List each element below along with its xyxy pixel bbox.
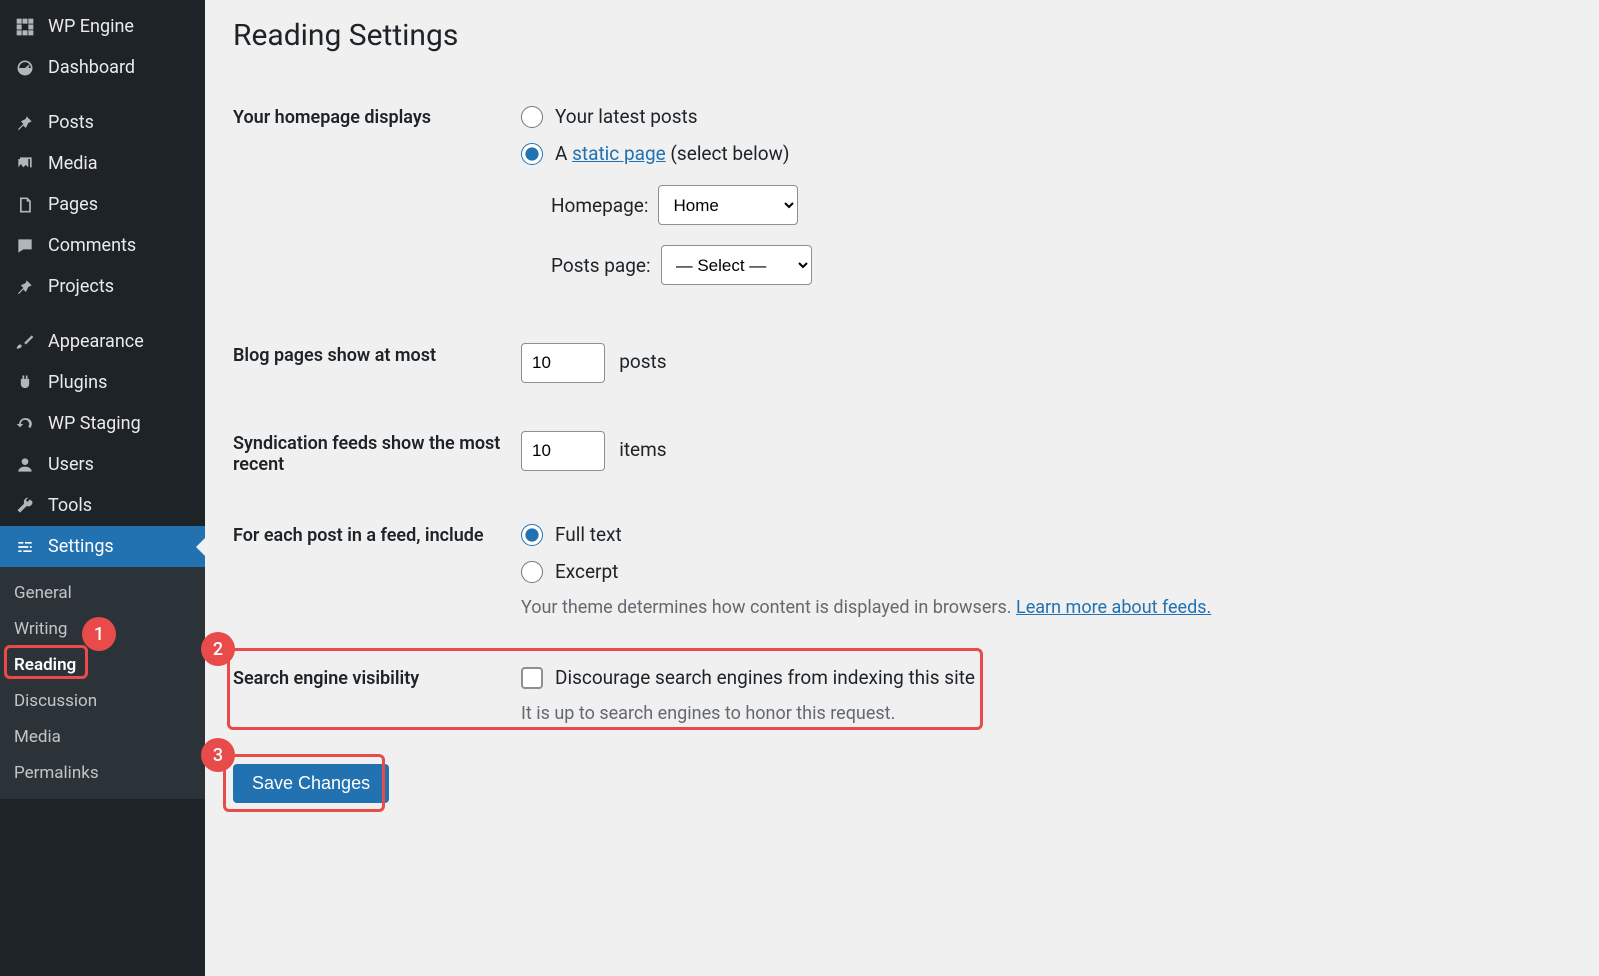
radio-excerpt-label: Excerpt xyxy=(555,560,618,583)
sidebar-item-projects[interactable]: Projects xyxy=(0,266,205,307)
sidebar-item-users[interactable]: Users xyxy=(0,444,205,485)
sidebar-item-dashboard[interactable]: Dashboard xyxy=(0,47,205,88)
admin-sidebar: WP Engine Dashboard Posts Media Pages Co… xyxy=(0,0,205,976)
sidebar-item-label: Users xyxy=(48,454,94,475)
radio-excerpt[interactable] xyxy=(521,561,543,583)
seo-desc: It is up to search engines to honor this… xyxy=(521,703,1571,724)
radio-latest-posts[interactable] xyxy=(521,106,543,128)
comments-icon xyxy=(12,236,38,256)
row-blog-pages: Blog pages show at most posts xyxy=(233,319,1571,407)
sidebar-item-label: WP Staging xyxy=(48,413,141,434)
radio-latest-posts-line: Your latest posts xyxy=(521,105,1571,128)
sidebar-item-wpengine[interactable]: WP Engine xyxy=(0,6,205,47)
syndication-unit: items xyxy=(619,438,666,461)
submenu-item-writing[interactable]: Writing xyxy=(0,611,205,647)
sidebar-item-label: Media xyxy=(48,153,98,174)
submenu-item-media[interactable]: Media xyxy=(0,719,205,755)
sidebar-item-comments[interactable]: Comments xyxy=(0,225,205,266)
radio-excerpt-line: Excerpt xyxy=(521,560,1571,583)
label-syndication: Syndication feeds show the most recent xyxy=(233,431,521,475)
main-content: Reading Settings Your homepage displays … xyxy=(205,0,1599,976)
media-icon xyxy=(12,154,38,174)
radio-fulltext-line: Full text xyxy=(521,523,1571,546)
seo-checkbox-label: Discourage search engines from indexing … xyxy=(555,666,975,689)
radio-latest-posts-label: Your latest posts xyxy=(555,105,698,128)
refresh-icon xyxy=(12,414,38,434)
row-syndication: Syndication feeds show the most recent i… xyxy=(233,407,1571,499)
settings-submenu: General Writing Reading 1 Discussion Med… xyxy=(0,567,205,799)
sidebar-item-plugins[interactable]: Plugins xyxy=(0,362,205,403)
sidebar-item-label: Plugins xyxy=(48,372,107,393)
sidebar-item-label: Dashboard xyxy=(48,57,135,78)
wpengine-icon xyxy=(12,17,38,37)
postspage-select-label: Posts page: xyxy=(551,254,651,277)
label-blog-pages: Blog pages show at most xyxy=(233,343,521,366)
seo-checkbox-line: Discourage search engines from indexing … xyxy=(521,666,1571,689)
pages-icon xyxy=(12,195,38,215)
label-feed-content: For each post in a feed, include xyxy=(233,523,521,546)
radio-fulltext-label: Full text xyxy=(555,523,622,546)
submenu-item-general[interactable]: General xyxy=(0,575,205,611)
dashboard-icon xyxy=(12,58,38,78)
sidebar-item-pages[interactable]: Pages xyxy=(0,184,205,225)
radio-static-page-label: A static page (select below) xyxy=(555,142,789,165)
plug-icon xyxy=(12,373,38,393)
homepage-select[interactable]: Home xyxy=(658,185,798,225)
page-title: Reading Settings xyxy=(233,18,1571,53)
sidebar-item-label: WP Engine xyxy=(48,16,134,37)
annotation-badge-2: 2 xyxy=(201,632,235,666)
pin-icon xyxy=(12,277,38,297)
homepage-select-row: Homepage: Home xyxy=(551,185,1571,225)
sidebar-item-label: Posts xyxy=(48,112,94,133)
sidebar-item-label: Settings xyxy=(48,536,114,557)
radio-fulltext[interactable] xyxy=(521,524,543,546)
sidebar-item-posts[interactable]: Posts xyxy=(0,102,205,143)
label-seo-visibility: Search engine visibility xyxy=(233,666,521,689)
blog-pages-unit: posts xyxy=(619,350,666,373)
blog-pages-input[interactable] xyxy=(521,343,605,383)
sidebar-item-label: Tools xyxy=(48,495,92,516)
wrench-icon xyxy=(12,496,38,516)
syndication-input[interactable] xyxy=(521,431,605,471)
sidebar-item-label: Pages xyxy=(48,194,98,215)
sidebar-item-media[interactable]: Media xyxy=(0,143,205,184)
submenu-item-discussion[interactable]: Discussion xyxy=(0,683,205,719)
postspage-select[interactable]: — Select — xyxy=(661,245,812,285)
feed-content-desc: Your theme determines how content is dis… xyxy=(521,597,1571,618)
radio-static-page-line: A static page (select below) xyxy=(521,142,1571,165)
static-page-link[interactable]: static page xyxy=(572,142,666,165)
radio-static-page[interactable] xyxy=(521,143,543,165)
submenu-item-permalinks[interactable]: Permalinks xyxy=(0,755,205,791)
pin-icon xyxy=(12,113,38,133)
annotation-badge-3: 3 xyxy=(201,738,235,772)
learn-more-feeds-link[interactable]: Learn more about feeds. xyxy=(1016,597,1211,618)
sidebar-item-appearance[interactable]: Appearance xyxy=(0,321,205,362)
postspage-select-row: Posts page: — Select — xyxy=(551,245,1571,285)
sidebar-item-label: Comments xyxy=(48,235,136,256)
submenu-item-reading[interactable]: Reading xyxy=(0,647,205,683)
label-homepage-displays: Your homepage displays xyxy=(233,105,521,128)
seo-discourage-checkbox[interactable] xyxy=(521,667,543,689)
brush-icon xyxy=(12,332,38,352)
sidebar-item-label: Projects xyxy=(48,276,114,297)
row-homepage-displays: Your homepage displays Your latest posts… xyxy=(233,81,1571,319)
sidebar-item-settings[interactable]: Settings xyxy=(0,526,205,567)
user-icon xyxy=(12,455,38,475)
row-feed-content: For each post in a feed, include Full te… xyxy=(233,499,1571,642)
sidebar-item-wpstaging[interactable]: WP Staging xyxy=(0,403,205,444)
sidebar-item-tools[interactable]: Tools xyxy=(0,485,205,526)
sliders-icon xyxy=(12,537,38,557)
save-changes-button[interactable]: Save Changes xyxy=(233,764,389,803)
homepage-select-label: Homepage: xyxy=(551,194,648,217)
sidebar-item-label: Appearance xyxy=(48,331,144,352)
row-seo-visibility: Search engine visibility Discourage sear… xyxy=(233,642,1571,748)
